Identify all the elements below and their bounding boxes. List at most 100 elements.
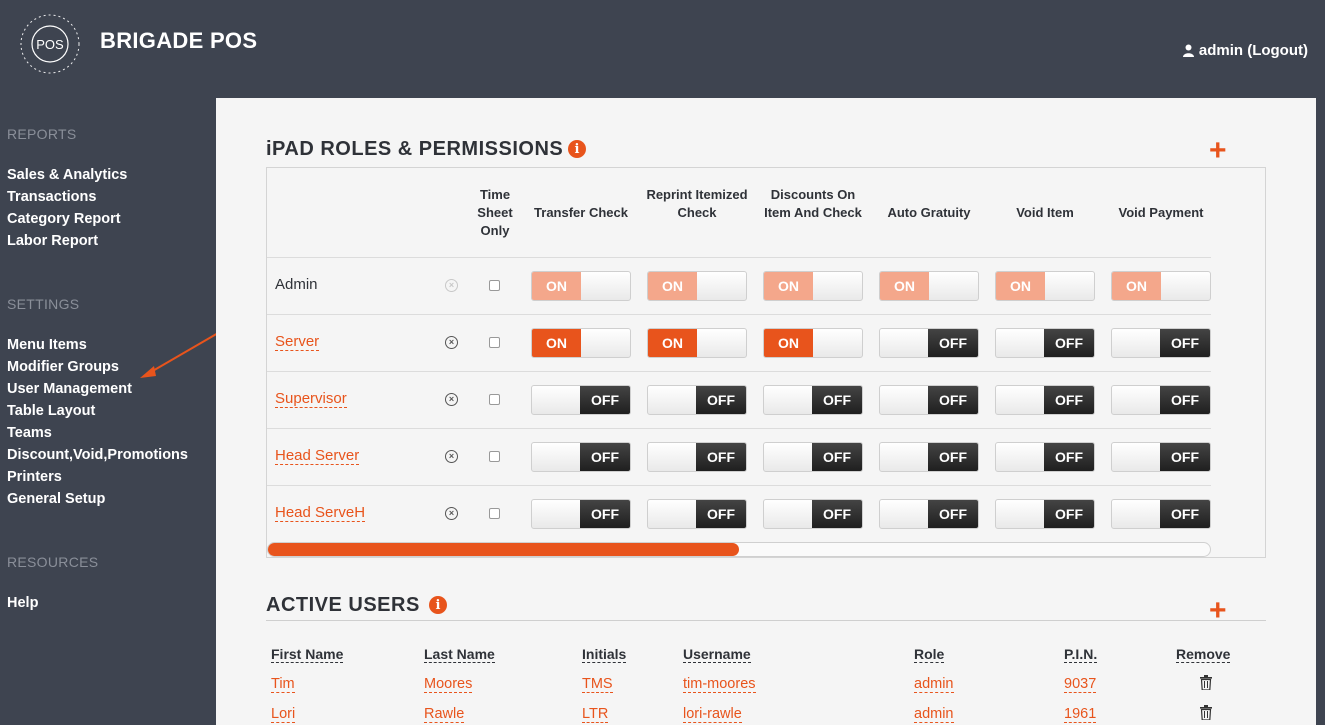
permission-toggle[interactable]: OFF xyxy=(1111,498,1211,529)
permission-toggle[interactable]: OFF xyxy=(995,384,1095,415)
user-cell-pin[interactable]: 9037 xyxy=(1064,676,1097,693)
time-sheet-only-checkbox[interactable] xyxy=(489,507,500,519)
user-cell-first[interactable]: Lori xyxy=(271,706,296,723)
permission-toggle[interactable]: OFF xyxy=(879,498,979,529)
permission-toggle[interactable]: OFF xyxy=(1111,327,1211,358)
logo-text: POS xyxy=(36,37,64,52)
toggle-off-label: OFF xyxy=(1044,385,1094,414)
scrollbar-thumb[interactable] xyxy=(268,543,739,556)
user-cell-role[interactable]: admin xyxy=(914,706,954,723)
users-column-header[interactable]: Initials xyxy=(582,646,627,663)
sidebar-item-teams[interactable]: Teams xyxy=(7,425,52,441)
permission-toggle[interactable]: OFF xyxy=(647,498,747,529)
user-cell-initials[interactable]: TMS xyxy=(582,676,613,693)
roles-horizontal-scrollbar[interactable] xyxy=(267,542,1211,557)
column-header: Auto Gratuity xyxy=(887,205,971,220)
user-cell-first[interactable]: Tim xyxy=(271,676,295,693)
trash-icon[interactable] xyxy=(1200,705,1212,720)
sidebar-item-labor-report[interactable]: Labor Report xyxy=(7,233,98,249)
user-cell-username[interactable]: tim-moores xyxy=(683,676,756,693)
time-sheet-only-checkbox[interactable] xyxy=(489,450,500,462)
permission-toggle[interactable]: ON xyxy=(647,327,747,358)
permission-toggle[interactable]: OFF xyxy=(531,384,631,415)
add-role-plus-icon[interactable]: + xyxy=(1209,136,1227,166)
permission-toggle[interactable]: ON xyxy=(531,327,631,358)
remove-role-icon[interactable]: × xyxy=(445,335,458,349)
permission-toggle[interactable]: OFF xyxy=(647,441,747,472)
permission-toggle[interactable]: OFF xyxy=(531,498,631,529)
trash-icon[interactable] xyxy=(1200,675,1212,690)
users-column-header[interactable]: First Name xyxy=(271,646,344,663)
user-cell-last[interactable]: Rawle xyxy=(424,706,465,723)
users-column-header[interactable]: Username xyxy=(683,646,751,663)
users-info-icon[interactable]: i xyxy=(429,596,447,614)
users-column-header[interactable]: Role xyxy=(914,646,945,663)
role-name[interactable]: Head Server xyxy=(275,447,360,465)
role-name[interactable]: Supervisor xyxy=(275,390,347,408)
permission-toggle[interactable]: OFF xyxy=(763,384,863,415)
sidebar-section-resources: RESOURCES xyxy=(7,554,99,570)
toggle-on-label: ON xyxy=(532,271,581,300)
sidebar-section-settings: SETTINGS xyxy=(7,296,80,312)
remove-role-icon: × xyxy=(445,278,458,292)
sidebar-item-transactions[interactable]: Transactions xyxy=(7,189,96,205)
sidebar-item-sales-analytics[interactable]: Sales & Analytics xyxy=(7,167,127,183)
roles-info-icon[interactable]: i xyxy=(568,140,586,158)
users-column-header[interactable]: Remove xyxy=(1176,646,1231,663)
top-header: POS BRIGADE POS admin (Logout) xyxy=(0,0,1325,98)
time-sheet-only-checkbox[interactable] xyxy=(489,393,500,405)
user-cell-initials[interactable]: LTR xyxy=(582,706,609,723)
column-header: Transfer Check xyxy=(534,205,628,220)
toggle-off-label: OFF xyxy=(580,499,630,528)
users-column-header[interactable]: P.I.N. xyxy=(1064,646,1098,663)
sidebar-item-menu-items[interactable]: Menu Items xyxy=(7,337,87,353)
toggle-off-label: OFF xyxy=(696,385,746,414)
permission-toggle[interactable]: OFF xyxy=(995,441,1095,472)
permission-toggle[interactable]: OFF xyxy=(1111,384,1211,415)
permission-toggle[interactable]: OFF xyxy=(879,441,979,472)
user-cell-pin[interactable]: 1961 xyxy=(1064,706,1097,723)
permission-toggle[interactable]: OFF xyxy=(531,441,631,472)
sidebar-item-table-layout[interactable]: Table Layout xyxy=(7,403,95,419)
time-sheet-only-checkbox[interactable] xyxy=(489,279,500,291)
permission-toggle[interactable]: OFF xyxy=(879,327,979,358)
roles-title: iPAD ROLES & PERMISSIONS xyxy=(266,138,564,160)
time-sheet-only-checkbox[interactable] xyxy=(489,336,500,348)
add-user-plus-icon[interactable]: + xyxy=(1209,596,1227,626)
sidebar-item-user-management[interactable]: User Management xyxy=(7,381,132,397)
permission-toggle[interactable]: ON xyxy=(763,327,863,358)
permission-toggle: ON xyxy=(763,270,863,301)
users-column-header[interactable]: Last Name xyxy=(424,646,495,663)
users-divider xyxy=(266,620,1266,621)
user-cell-username[interactable]: lori-rawle xyxy=(683,706,742,723)
sidebar-item-general-setup[interactable]: General Setup xyxy=(7,491,105,507)
permission-toggle[interactable]: OFF xyxy=(995,327,1095,358)
sidebar-item-help[interactable]: Help xyxy=(7,595,38,611)
remove-role-icon[interactable]: × xyxy=(445,449,458,463)
toggle-on-label: ON xyxy=(532,328,581,357)
toggle-off-label: OFF xyxy=(696,442,746,471)
sidebar-item-category-report[interactable]: Category Report xyxy=(7,211,121,227)
permission-toggle[interactable]: OFF xyxy=(763,498,863,529)
permission-toggle[interactable]: OFF xyxy=(763,441,863,472)
toggle-off-label: OFF xyxy=(1044,499,1094,528)
header-divider xyxy=(267,257,1211,258)
toggle-off-label: OFF xyxy=(696,499,746,528)
role-name[interactable]: Server xyxy=(275,333,320,351)
sidebar-item-modifier-groups[interactable]: Modifier Groups xyxy=(7,359,119,375)
brigade-society-logo[interactable]: POS xyxy=(18,12,82,76)
sidebar-item-discount-void-promotions[interactable]: Discount,Void,Promotions xyxy=(7,447,188,463)
permission-toggle[interactable]: OFF xyxy=(647,384,747,415)
permission-toggle[interactable]: OFF xyxy=(879,384,979,415)
logout-link[interactable]: admin (Logout) xyxy=(1182,42,1308,59)
permission-toggle[interactable]: OFF xyxy=(995,498,1095,529)
remove-role-icon[interactable]: × xyxy=(445,392,458,406)
user-cell-last[interactable]: Moores xyxy=(424,676,473,693)
role-name[interactable]: Head ServeH xyxy=(275,504,366,522)
remove-role-icon[interactable]: × xyxy=(445,506,458,520)
user-cell-role[interactable]: admin xyxy=(914,676,954,693)
sidebar: REPORTS Sales & Analytics Transactions C… xyxy=(0,98,216,725)
user-icon xyxy=(1182,44,1194,57)
sidebar-item-printers[interactable]: Printers xyxy=(7,469,62,485)
permission-toggle[interactable]: OFF xyxy=(1111,441,1211,472)
